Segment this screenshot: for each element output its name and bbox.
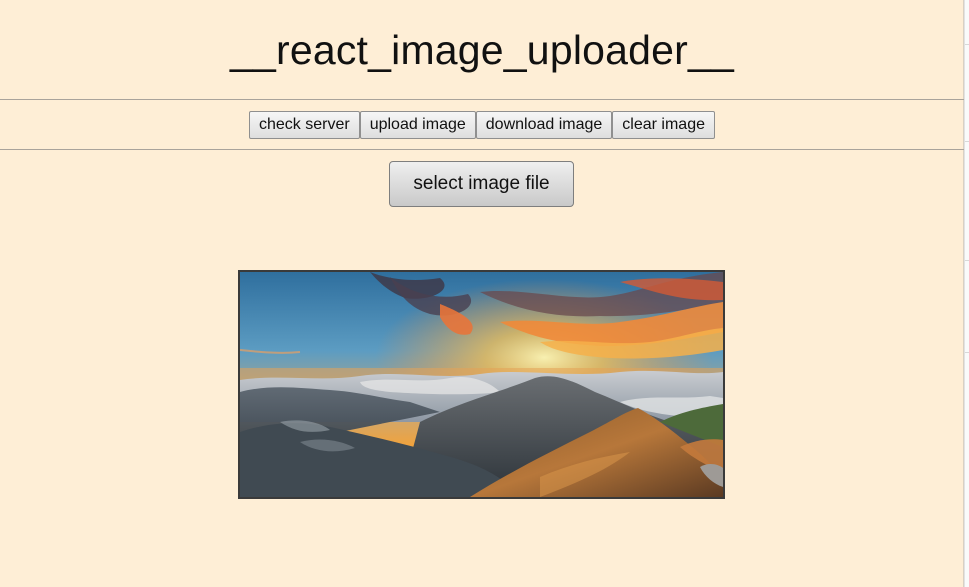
image-preview [238, 270, 725, 499]
app-root: __react_image_uploader__ check server up… [0, 0, 964, 587]
action-toolbar: check server upload image download image… [0, 111, 964, 139]
divider-top [0, 99, 964, 100]
page-title: __react_image_uploader__ [229, 27, 734, 73]
divider-bottom [0, 149, 964, 150]
window-scroll-edge[interactable] [964, 0, 969, 587]
landscape-image [240, 272, 723, 497]
select-image-file-button[interactable]: select image file [389, 161, 574, 207]
check-server-button[interactable]: check server [248, 111, 360, 139]
download-image-button[interactable]: download image [475, 111, 613, 139]
upload-image-button[interactable]: upload image [359, 111, 476, 139]
clear-image-button[interactable]: clear image [612, 111, 715, 139]
